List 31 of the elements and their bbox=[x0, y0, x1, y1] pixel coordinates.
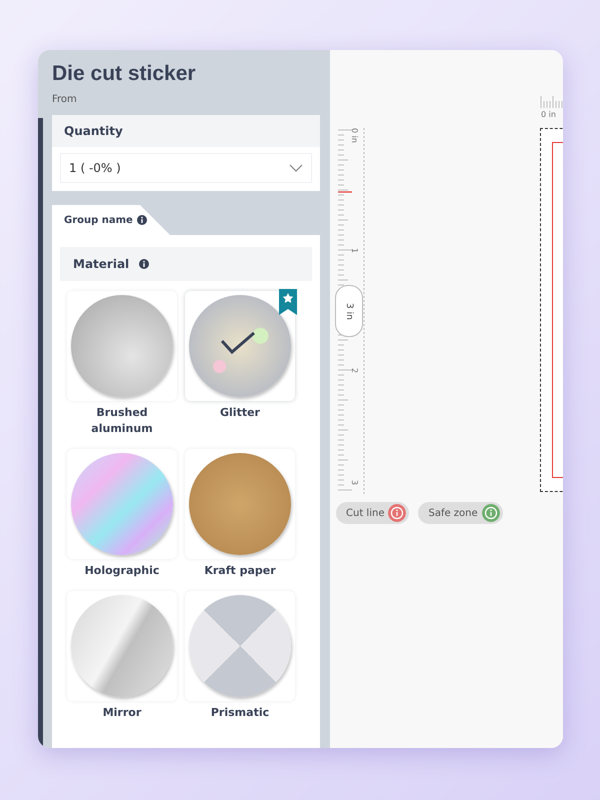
material-option[interactable]: Kraft paper bbox=[185, 449, 295, 579]
material-label: Mirror bbox=[102, 705, 142, 721]
material-label: Prismatic bbox=[210, 705, 270, 721]
material-option[interactable]: Holographic bbox=[67, 449, 177, 579]
info-icon[interactable] bbox=[136, 215, 147, 225]
legend-chip[interactable]: Cut line bbox=[336, 502, 410, 524]
ruler-label: 0 in bbox=[350, 128, 359, 143]
material-option[interactable]: Mirror bbox=[67, 591, 177, 721]
ruler-label: 1 bbox=[350, 248, 359, 254]
ruler-label: 2 bbox=[350, 368, 359, 374]
info-icon[interactable] bbox=[139, 259, 150, 269]
material-label: Glitter bbox=[219, 405, 261, 421]
checkmark-icon bbox=[220, 331, 256, 355]
quantity-label: Quantity bbox=[52, 115, 320, 147]
quantity-dropdown[interactable]: 1 ( -0% ) bbox=[60, 153, 312, 183]
legend-chip[interactable]: Safe zone bbox=[418, 502, 503, 524]
material-option[interactable]: Brushed aluminum bbox=[67, 291, 177, 437]
material-option[interactable]: Glitter bbox=[185, 291, 295, 437]
material-option[interactable]: Prismatic bbox=[185, 591, 295, 721]
material-label: Material bbox=[73, 257, 130, 271]
material-label: Kraft paper bbox=[203, 563, 277, 579]
price-label: From bbox=[52, 94, 78, 105]
material-label: Brushed aluminum bbox=[90, 405, 154, 437]
height-dimension-badge: 3 in bbox=[335, 285, 363, 337]
ruler-label: 3 bbox=[350, 480, 359, 486]
material-label: Holographic bbox=[84, 563, 160, 579]
product-title: Die cut sticker bbox=[52, 62, 197, 86]
horizontal-ruler bbox=[540, 96, 563, 108]
chevron-down-icon bbox=[289, 164, 303, 172]
group-tab[interactable]: Group name bbox=[52, 205, 170, 235]
ruler-label: 0 in bbox=[541, 110, 556, 119]
